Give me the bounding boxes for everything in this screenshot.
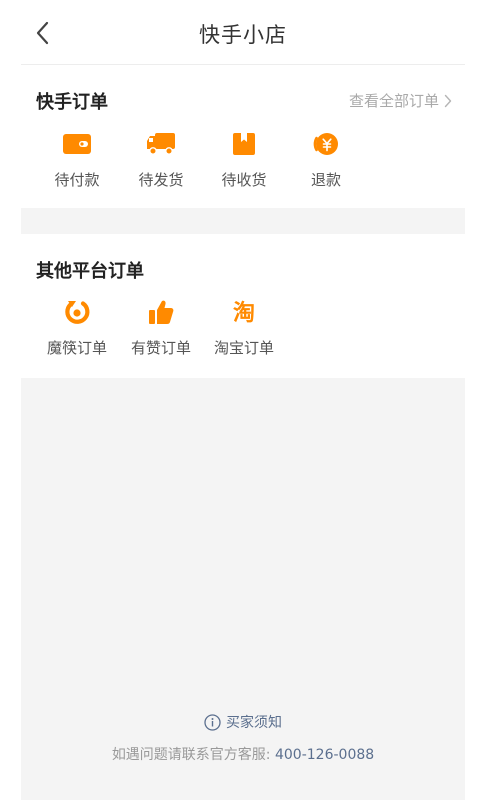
section-separator (21, 208, 465, 234)
order-pending-shipment-label: 待发货 (138, 171, 184, 189)
youzan-thumbs-up-icon (144, 298, 178, 326)
buyer-notice-link[interactable]: 买家须知 (0, 712, 486, 732)
order-pending-shipment[interactable]: 待发货 (121, 130, 201, 190)
order-pending-payment-label: 待付款 (54, 171, 100, 189)
truck-icon (144, 130, 178, 158)
info-icon (204, 713, 221, 731)
top-bar: 快手小店 (0, 0, 486, 64)
order-mokuai-label: 魔筷订单 (46, 339, 107, 357)
order-taobao[interactable]: 淘 淘宝订单 (204, 298, 284, 358)
view-all-orders-link[interactable]: 查看全部订单 (349, 90, 452, 111)
header-divider (21, 64, 465, 65)
order-refund-label: 退款 (310, 171, 341, 189)
order-youzan-label: 有赞订单 (130, 339, 191, 357)
contact-prefix: 如遇问题请联系官方客服: (111, 747, 275, 763)
customer-service-phone[interactable]: 400-126-0088 (275, 747, 374, 763)
package-icon (227, 130, 261, 158)
other-orders-title: 其他平台订单 (36, 261, 144, 282)
refund-icon (309, 130, 343, 158)
order-pending-receipt-label: 待收货 (221, 171, 267, 189)
order-youzan[interactable]: 有赞订单 (121, 298, 201, 358)
order-refund[interactable]: 退款 (286, 130, 366, 190)
order-mokuai[interactable]: 魔筷订单 (37, 298, 117, 358)
kuaishou-orders-title: 快手订单 (36, 92, 108, 113)
order-pending-payment[interactable]: 待付款 (37, 130, 117, 190)
svg-text:淘: 淘 (233, 300, 255, 326)
order-taobao-label: 淘宝订单 (213, 339, 274, 357)
customer-service-text: 如遇问题请联系官方客服: 400-126-0088 (0, 744, 486, 764)
mokuai-logo-icon (60, 298, 94, 326)
page-title: 快手小店 (199, 23, 287, 47)
view-all-orders-label: 查看全部订单 (348, 92, 439, 110)
taobao-logo-icon: 淘 (227, 298, 261, 326)
order-pending-receipt[interactable]: 待收货 (204, 130, 284, 190)
buyer-notice-label: 买家须知 (226, 715, 282, 731)
wallet-icon (60, 130, 94, 158)
content-background (21, 378, 465, 800)
chevron-right-icon (444, 94, 452, 107)
